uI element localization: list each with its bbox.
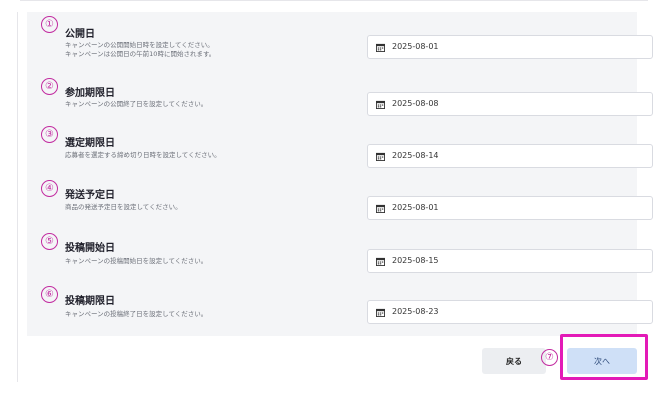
publish-date-input[interactable]: 2025-08-01 [367, 35, 653, 59]
annotation-marker-7: ⑦ [541, 349, 558, 366]
field-title: 参加期限日 [65, 88, 115, 99]
shipping-date-input[interactable]: 2025-08-01 [367, 196, 653, 220]
post-start-date-input[interactable]: 2025-08-15 [367, 249, 653, 273]
field-description: 商品の発送予定日を設定してください。 [65, 203, 182, 211]
field-title: 公開日 [65, 29, 95, 40]
date-value: 2025-08-01 [392, 42, 439, 51]
date-value: 2025-08-08 [392, 99, 439, 108]
annotation-marker-1: ① [41, 16, 58, 33]
calendar-icon [376, 204, 385, 213]
calendar-icon [376, 257, 385, 266]
back-button[interactable]: 戻る [482, 348, 546, 374]
annotation-marker-3: ③ [41, 126, 58, 143]
annotation-marker-5: ⑤ [41, 233, 58, 250]
field-description: 応募者を選定する締め切り日時を設定してください。 [65, 151, 221, 159]
selection-deadline-input[interactable]: 2025-08-14 [367, 144, 653, 168]
date-value: 2025-08-14 [392, 151, 439, 160]
field-title: 投稿開始日 [65, 243, 115, 254]
post-deadline-input[interactable]: 2025-08-23 [367, 300, 653, 324]
date-value: 2025-08-15 [392, 256, 439, 265]
annotation-marker-4: ④ [41, 180, 58, 197]
field-row-post-deadline: ⑥ 投稿期限日 キャンペーンの投稿終了日を設定してください。 2025-08-2… [27, 286, 653, 336]
field-title: 選定期限日 [65, 138, 115, 149]
field-title: 投稿期限日 [65, 296, 115, 307]
field-description: キャンペーンの投稿終了日を設定してください。 [65, 310, 208, 318]
calendar-icon [376, 100, 385, 109]
field-description-line-2: キャンペーンは公開日の午前10時に開始されます。 [65, 50, 216, 58]
field-row-publish-date: ① 公開日 キャンペーンの公開開始日時を設定してください。 キャンペーンは公開日… [27, 12, 653, 62]
field-description: キャンペーンの公開開始日時を設定してください。 [65, 41, 214, 49]
calendar-icon [376, 308, 385, 317]
field-row-post-start-date: ⑤ 投稿開始日 キャンペーンの投稿開始日を設定してください。 2025-08-1… [27, 233, 653, 283]
left-divider [17, 12, 18, 382]
date-settings-panel: ① 公開日 キャンペーンの公開開始日時を設定してください。 キャンペーンは公開日… [27, 12, 653, 336]
field-row-entry-deadline: ② 参加期限日 キャンペーンの公開終了日を設定してください。 2025-08-0… [27, 78, 653, 128]
annotation-marker-2: ② [41, 78, 58, 95]
field-description: キャンペーンの公開終了日を設定してください。 [65, 100, 208, 108]
field-description: キャンペーンの投稿開始日を設定してください。 [65, 257, 208, 265]
entry-deadline-input[interactable]: 2025-08-08 [367, 92, 653, 116]
calendar-icon [376, 152, 385, 161]
date-value: 2025-08-01 [392, 203, 439, 212]
top-divider [20, 0, 648, 1]
field-row-shipping-date: ④ 発送予定日 商品の発送予定日を設定してください。 2025-08-01 [27, 180, 653, 230]
field-row-selection-deadline: ③ 選定期限日 応募者を選定する締め切り日時を設定してください。 2025-08… [27, 126, 653, 176]
date-value: 2025-08-23 [392, 307, 439, 316]
annotation-marker-6: ⑥ [41, 286, 58, 303]
calendar-icon [376, 43, 385, 52]
next-button[interactable]: 次へ [567, 348, 637, 374]
field-title: 発送予定日 [65, 190, 115, 201]
